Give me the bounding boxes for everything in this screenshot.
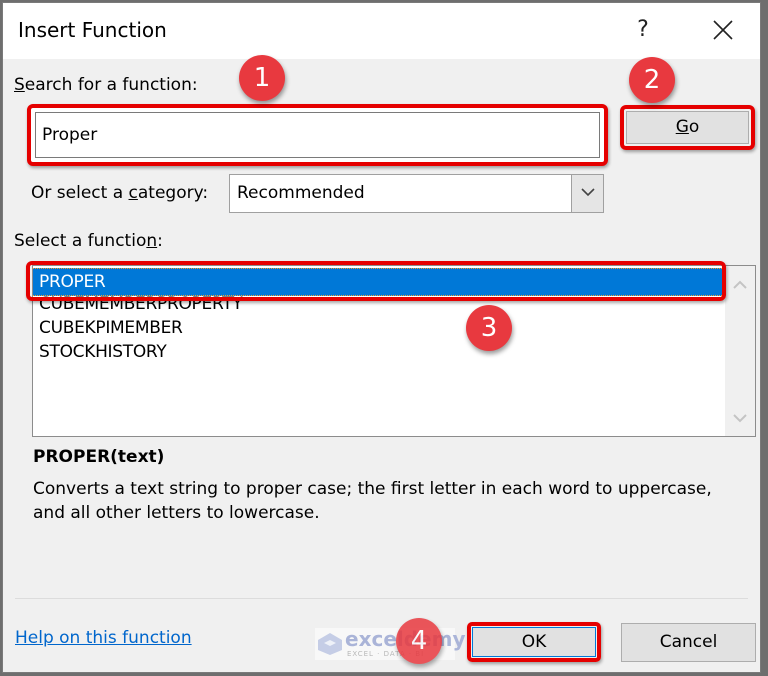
close-button[interactable] (705, 13, 741, 49)
function-item-proper[interactable]: PROPER (33, 268, 722, 296)
list-scrollbar[interactable] (725, 266, 755, 436)
help-on-function-link[interactable]: Help on this function (15, 628, 192, 648)
help-button[interactable]: ? (631, 15, 655, 45)
footer-divider (15, 598, 748, 599)
function-listbox[interactable]: PROPER CUBEMEMBERPROPERTY CUBEKPIMEMBER … (32, 265, 756, 437)
function-item-cubekpimember[interactable]: CUBEKPIMEMBER (39, 318, 183, 338)
category-dropdown-button[interactable] (571, 175, 603, 212)
ok-button[interactable]: OK (472, 627, 596, 657)
go-highlight-box: Go (620, 105, 755, 150)
dialog-title: Insert Function (18, 18, 167, 42)
chevron-down-icon (580, 188, 595, 197)
go-button[interactable]: Go (626, 111, 749, 144)
exceldemy-logo-icon (318, 633, 342, 655)
chevron-up-icon (733, 280, 747, 289)
search-highlight-box (27, 104, 608, 166)
close-icon (713, 20, 733, 40)
step-badge-4: 4 (396, 618, 442, 664)
function-signature: PROPER(text) (33, 447, 165, 467)
function-description: Converts a text string to proper case; t… (33, 479, 712, 523)
category-label: Or select a category: (31, 183, 209, 203)
scroll-up-button[interactable] (725, 274, 755, 294)
category-selected-value: Recommended (237, 183, 365, 203)
function-list-label: Select a function: (14, 231, 163, 251)
function-item-cubememberproperty[interactable]: CUBEMEMBERPROPERTY (39, 294, 243, 314)
search-input[interactable] (35, 112, 600, 158)
step-badge-3: 3 (466, 305, 512, 351)
category-dropdown[interactable]: Recommended (229, 174, 604, 213)
title-bar: Insert Function ? (3, 3, 760, 59)
ok-highlight-box: OK (467, 622, 601, 662)
chevron-down-icon (733, 414, 747, 423)
question-mark-icon: ? (637, 17, 649, 42)
scroll-down-button[interactable] (725, 408, 755, 428)
function-item-stockhistory[interactable]: STOCKHISTORY (39, 342, 167, 362)
step-badge-2: 2 (629, 57, 675, 103)
step-badge-1: 1 (239, 55, 285, 101)
insert-function-dialog: Insert Function ? Search for a function:… (2, 2, 761, 673)
cancel-button[interactable]: Cancel (621, 623, 756, 662)
search-label: Search for a function: (14, 75, 198, 95)
